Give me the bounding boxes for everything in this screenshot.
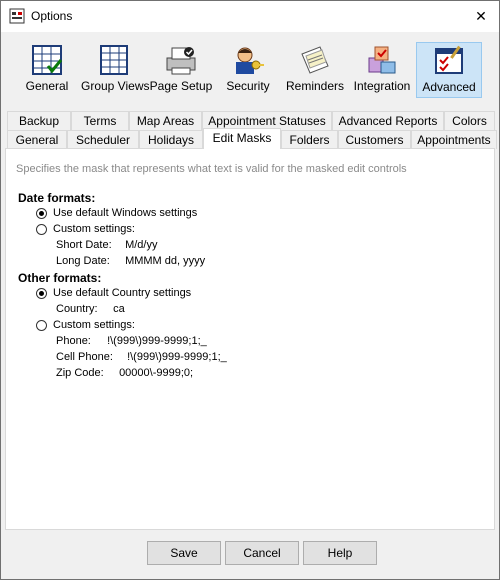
- tab-appointments[interactable]: Appointments: [411, 130, 497, 149]
- toolbar-security-button[interactable]: Security: [215, 42, 281, 98]
- toolbar-label: Group Views: [81, 79, 150, 93]
- toolbar-label: Security: [226, 79, 270, 93]
- short-date-label: Short Date:: [56, 239, 112, 251]
- date-formats-heading: Date formats:: [18, 191, 96, 205]
- integration-icon: [368, 46, 396, 74]
- phone-row: Phone: !\(999\)999-9999;1;_: [56, 335, 207, 347]
- zip-code-mask-value: 00000\-9999;0;: [119, 367, 194, 379]
- zip-code-row: Zip Code: 00000\-9999;0;: [56, 367, 193, 379]
- other-formats-heading: Other formats:: [18, 271, 102, 285]
- tab-holidays[interactable]: Holidays: [139, 130, 203, 149]
- tab-folders[interactable]: Folders: [281, 130, 338, 149]
- other-default-label: Use default Country settings: [53, 287, 192, 299]
- edit-masks-panel: Specifies the mask that represents what …: [5, 148, 495, 530]
- other-custom-radio[interactable]: [36, 320, 47, 331]
- toolbar-advanced-button[interactable]: Advanced: [416, 42, 482, 98]
- date-custom-radio[interactable]: [36, 224, 47, 235]
- cancel-button[interactable]: Cancel: [225, 541, 299, 565]
- panel-description: Specifies the mask that represents what …: [16, 163, 407, 175]
- category-toolbar: General Group Views Page Setup Security …: [1, 32, 499, 106]
- long-date-label: Long Date:: [56, 255, 110, 267]
- page-setup-icon: [166, 47, 196, 75]
- date-default-label: Use default Windows settings: [53, 207, 198, 219]
- tab-general[interactable]: General: [7, 130, 67, 149]
- zip-code-label: Zip Code:: [56, 367, 104, 379]
- toolbar-label: Reminders: [285, 79, 345, 93]
- phone-label: Phone:: [56, 335, 91, 347]
- long-date-value: MMMM dd, yyyy: [125, 255, 206, 267]
- tab-scheduler[interactable]: Scheduler: [67, 130, 139, 149]
- country-value: ca: [113, 303, 125, 315]
- country-row: Country: ca: [56, 303, 125, 315]
- cell-phone-mask-value: !\(999\)999-9999;1;_: [127, 351, 227, 363]
- date-custom-label: Custom settings:: [53, 223, 135, 235]
- save-button[interactable]: Save: [147, 541, 221, 565]
- security-icon: [236, 47, 264, 74]
- group-views-icon: [100, 45, 128, 75]
- tab-advanced-reports[interactable]: Advanced Reports: [332, 111, 444, 130]
- title-bar: Options ✕: [1, 1, 499, 32]
- tab-colors[interactable]: Colors: [444, 111, 495, 130]
- toolbar-label: Integration: [353, 79, 411, 93]
- toolbar-general-button[interactable]: General: [14, 42, 80, 98]
- date-default-radio[interactable]: [36, 208, 47, 219]
- help-button[interactable]: Help: [303, 541, 377, 565]
- options-window: Options ✕ General Group Views Page Setup…: [0, 0, 500, 580]
- toolbar-label: Advanced: [422, 80, 476, 94]
- reminders-icon: [301, 46, 329, 74]
- short-date-value: M/d/yy: [125, 239, 158, 251]
- phone-mask-value: !\(999\)999-9999;1;_: [107, 335, 207, 347]
- close-icon[interactable]: ✕: [469, 5, 493, 27]
- tab-edit-masks[interactable]: Edit Masks: [203, 128, 281, 149]
- advanced-icon: [435, 45, 463, 74]
- tab-customers[interactable]: Customers: [338, 130, 411, 149]
- toolbar-label: Page Setup: [149, 79, 213, 93]
- toolbar-page-setup-button[interactable]: Page Setup: [148, 42, 214, 98]
- tab-backup[interactable]: Backup: [7, 111, 71, 130]
- other-custom-label: Custom settings:: [53, 319, 135, 331]
- toolbar-label: General: [25, 79, 69, 93]
- other-default-radio[interactable]: [36, 288, 47, 299]
- general-icon: [32, 45, 63, 75]
- window-title: Options: [31, 9, 73, 23]
- dialog-button-bar: Save Cancel Help: [1, 533, 499, 579]
- toolbar-group-views-button[interactable]: Group Views: [81, 42, 150, 98]
- cell-phone-label: Cell Phone:: [56, 351, 113, 363]
- tab-terms[interactable]: Terms: [71, 111, 129, 130]
- toolbar-integration-button[interactable]: Integration: [349, 42, 415, 98]
- cell-phone-row: Cell Phone: !\(999\)999-9999;1;_: [56, 351, 227, 363]
- country-label: Country:: [56, 303, 98, 315]
- long-date-row: Long Date: MMMM dd, yyyy: [56, 255, 205, 267]
- options-app-icon: [9, 8, 25, 24]
- tab-map-areas[interactable]: Map Areas: [129, 111, 202, 130]
- toolbar-reminders-button[interactable]: Reminders: [282, 42, 348, 98]
- short-date-row: Short Date: M/d/yy: [56, 239, 157, 251]
